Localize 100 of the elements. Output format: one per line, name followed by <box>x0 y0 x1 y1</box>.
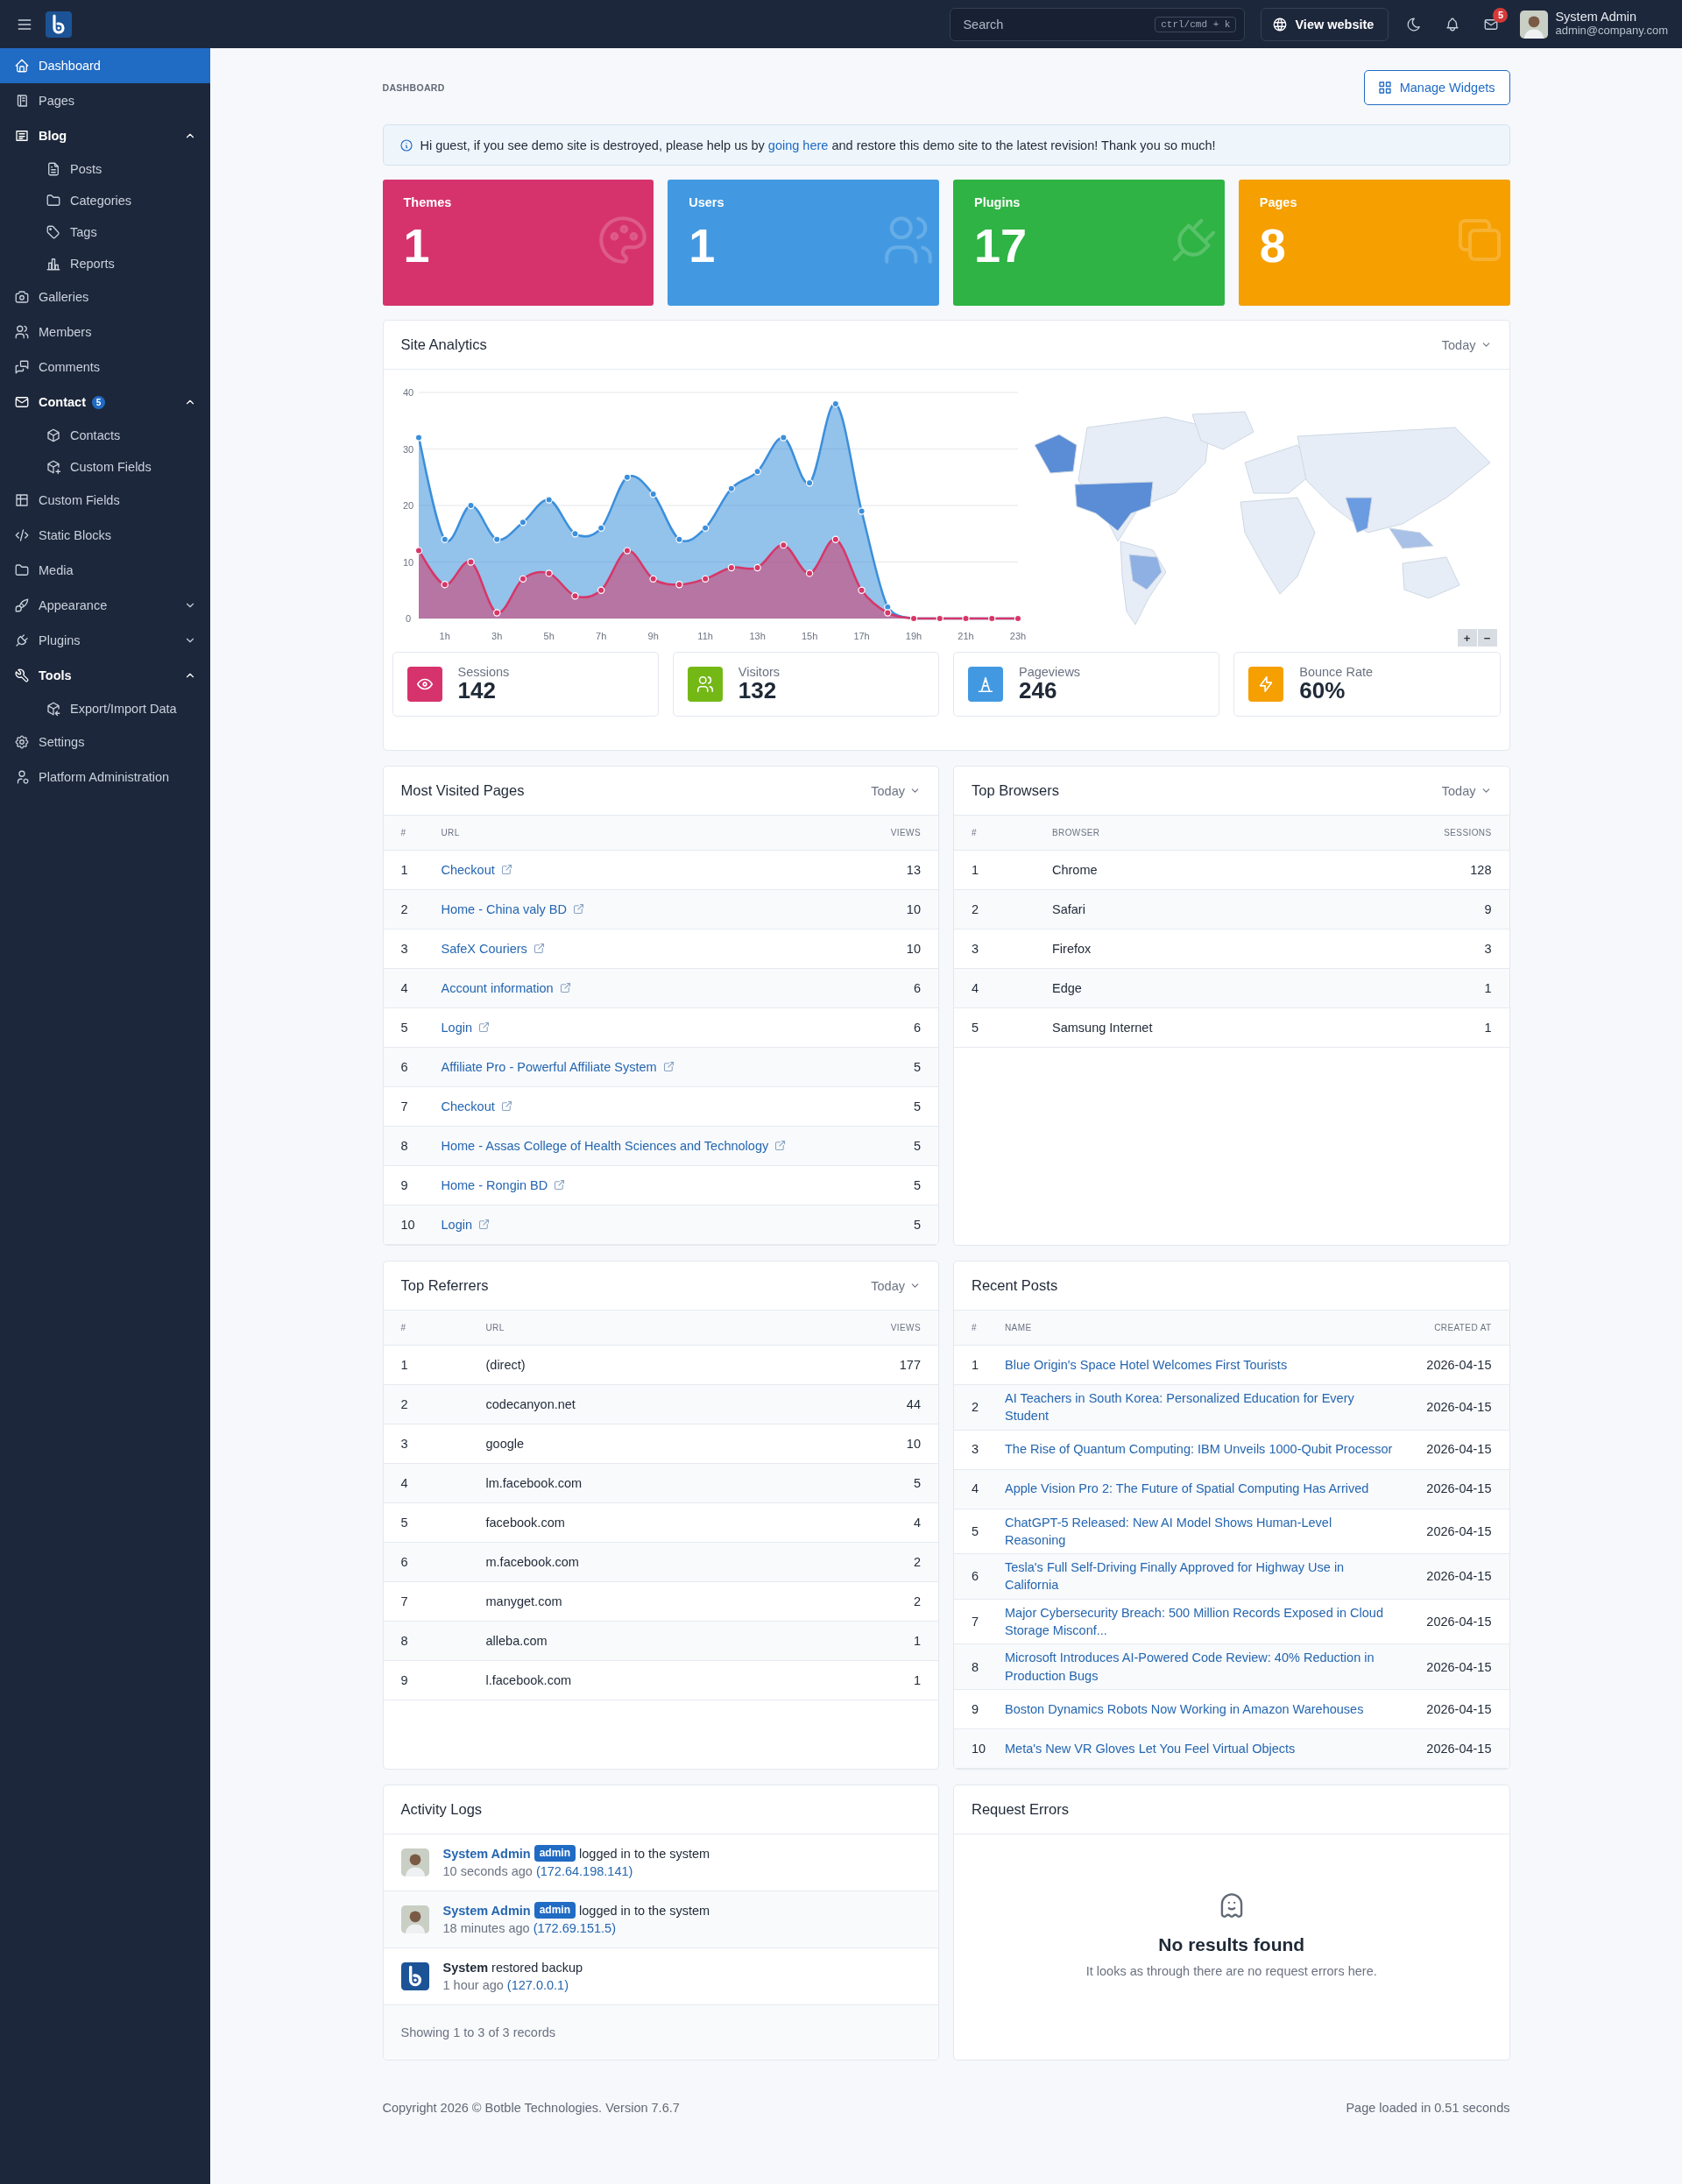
stat-label: Plugins <box>974 195 1021 209</box>
table-cell: 3 <box>1484 941 1492 956</box>
ip-link[interactable]: (172.69.151.5) <box>533 1919 616 1938</box>
post-link[interactable]: AI Teachers in South Korea: Personalized Education for Every Student <box>1005 1389 1394 1425</box>
data-point <box>441 581 449 589</box>
table-cell: 2 <box>913 1594 921 1608</box>
sidebar-item[interactable]: Dashboard <box>0 48 210 83</box>
axis-label: 19h <box>905 631 922 641</box>
sidebar-item[interactable]: Tools <box>0 658 210 693</box>
table-cell: 1 <box>400 862 408 877</box>
sidebar-item[interactable]: Comments <box>0 350 210 385</box>
column-header: VIEWS <box>889 1323 921 1332</box>
post-link[interactable]: The Rise of Quantum Computing: IBM Unveils 1000-Qubit Processor <box>1005 1440 1394 1459</box>
post-link[interactable]: ChatGPT-5 Released: New AI Model Shows Human-Level Reasoning <box>1005 1513 1394 1550</box>
sidebar-item[interactable]: Custom Fields <box>0 483 210 518</box>
table-cell: 9 <box>400 1672 408 1687</box>
sidebar-item[interactable]: Galleries <box>0 279 210 315</box>
data-point <box>570 530 579 538</box>
sidebar-item[interactable]: Pages <box>0 83 210 118</box>
data-point <box>545 496 553 504</box>
table-cell: 10 <box>906 1436 921 1451</box>
sidebar-item[interactable]: Plugins <box>0 623 210 658</box>
cube-arrow-icon <box>46 701 61 717</box>
period-dropdown[interactable]: Today <box>1441 783 1492 798</box>
sidebar-item[interactable]: Blog <box>0 118 210 153</box>
page-link[interactable]: Checkout <box>441 860 495 880</box>
logo <box>400 1961 429 1990</box>
sidebar-subitem[interactable]: Reports <box>0 248 210 279</box>
ip-link[interactable]: (127.0.0.1) <box>506 1975 569 1995</box>
data-point <box>648 490 657 498</box>
page-link[interactable]: Login <box>441 1018 472 1037</box>
sidebar-item[interactable]: Contact 5 <box>0 385 210 420</box>
post-link[interactable]: Microsoft Introduces AI-Powered Code Review: 40% Reduction in Production Bugs <box>1005 1649 1394 1685</box>
page-link[interactable]: Checkout <box>441 1097 495 1116</box>
empty-message: It looks as through there are no request errors here. <box>1085 1964 1377 1979</box>
data-point <box>857 586 866 594</box>
external-link-icon <box>477 1021 491 1035</box>
axis-label: 10 <box>402 556 413 568</box>
sidebar-subitem[interactable]: Categories <box>0 185 210 216</box>
ip-link[interactable]: (172.64.198.141) <box>535 1862 633 1881</box>
actor-link[interactable]: System Admin <box>442 1844 531 1862</box>
view-website-button[interactable]: View website <box>1261 7 1389 41</box>
alert-link[interactable]: going here <box>767 138 829 152</box>
column-header: BROWSER <box>1052 828 1101 838</box>
table-cell: 9 <box>400 1177 408 1192</box>
axis-label: 5h <box>543 631 555 641</box>
metric-label: Visitors <box>738 665 781 680</box>
sidebar-item[interactable]: Appearance <box>0 588 210 623</box>
info-icon <box>399 138 413 152</box>
sidebar-subitem[interactable]: Posts <box>0 153 210 185</box>
external-link-icon <box>774 1139 788 1153</box>
data-point <box>492 535 500 543</box>
sidebar-item[interactable]: Static Blocks <box>0 518 210 553</box>
post-link[interactable]: Meta's New VR Gloves Let You Feel Virtual Objects <box>1005 1739 1394 1758</box>
bar-chart-icon <box>46 256 61 272</box>
sidebar-item[interactable]: Settings <box>0 724 210 760</box>
page-link[interactable]: Home - Rongin BD <box>441 1176 548 1195</box>
sidebar-item[interactable]: Members <box>0 315 210 350</box>
avatar <box>400 1905 429 1933</box>
zoom-out-button[interactable]: − <box>1477 629 1497 647</box>
page-link[interactable]: Account information <box>441 979 554 998</box>
table-icon <box>14 492 30 508</box>
axis-label: 11h <box>696 631 713 641</box>
post-link[interactable]: Tesla's Full Self-Driving Finally Approved for Highway Use in California <box>1005 1558 1394 1594</box>
period-dropdown[interactable]: Today <box>871 783 921 798</box>
actor-name: System <box>442 1959 489 1976</box>
manage-widgets-button[interactable]: Manage Widgets <box>1363 70 1510 105</box>
post-link[interactable]: Blue Origin's Space Hotel Welcomes First Tourists <box>1005 1355 1394 1375</box>
page-link[interactable]: Home - China valy BD <box>441 900 567 919</box>
sidebar-subitem[interactable]: Export/Import Data <box>0 693 210 724</box>
page-link[interactable]: Home - Assas College of Health Sciences and Technology <box>441 1136 769 1156</box>
log-action: logged in to the system <box>579 1845 710 1862</box>
data-point <box>857 507 866 515</box>
sidebar-subitem[interactable]: Contacts <box>0 420 210 451</box>
page-link[interactable]: Login <box>441 1215 472 1234</box>
sidebar-subitem[interactable]: Custom Fields <box>0 451 210 483</box>
table-cell: 13 <box>906 862 921 877</box>
post-link[interactable]: Apple Vision Pro 2: The Future of Spatial Computing Has Arrived <box>1005 1480 1394 1498</box>
axis-label: 1h <box>439 631 450 641</box>
page-link[interactable]: Affiliate Pro - Powerful Affiliate System <box>441 1057 657 1077</box>
table-cell: 9 <box>1484 901 1492 916</box>
table-cell: 8 <box>400 1633 408 1648</box>
post-link[interactable]: Boston Dynamics Robots Now Working in Amazon Warehouses <box>1005 1700 1394 1719</box>
zoom-in-button[interactable]: + <box>1457 629 1477 647</box>
table-cell: 5 <box>913 1099 921 1113</box>
table-cell: Firefox <box>1052 941 1092 956</box>
load-time: Page loaded in 0.51 seconds <box>1346 2100 1510 2115</box>
post-link[interactable]: Major Cybersecurity Breach: 500 Million Records Exposed in Cloud Storage Misconf... <box>1005 1603 1394 1640</box>
data-point <box>675 581 683 589</box>
axis-label: 7h <box>595 631 606 641</box>
sidebar-item[interactable]: Platform Administration <box>0 760 210 795</box>
table-cell: 2 <box>913 1554 921 1569</box>
period-dropdown[interactable]: Today <box>871 1278 921 1293</box>
sidebar-subitem[interactable]: Tags <box>0 216 210 248</box>
actor-link[interactable]: System Admin <box>442 1901 531 1919</box>
period-dropdown[interactable]: Today <box>1441 337 1492 352</box>
page-link[interactable]: SafeX Couriers <box>441 939 527 958</box>
table-cell: 44 <box>906 1396 921 1411</box>
data-point <box>414 434 422 442</box>
sidebar-item[interactable]: Media <box>0 553 210 588</box>
